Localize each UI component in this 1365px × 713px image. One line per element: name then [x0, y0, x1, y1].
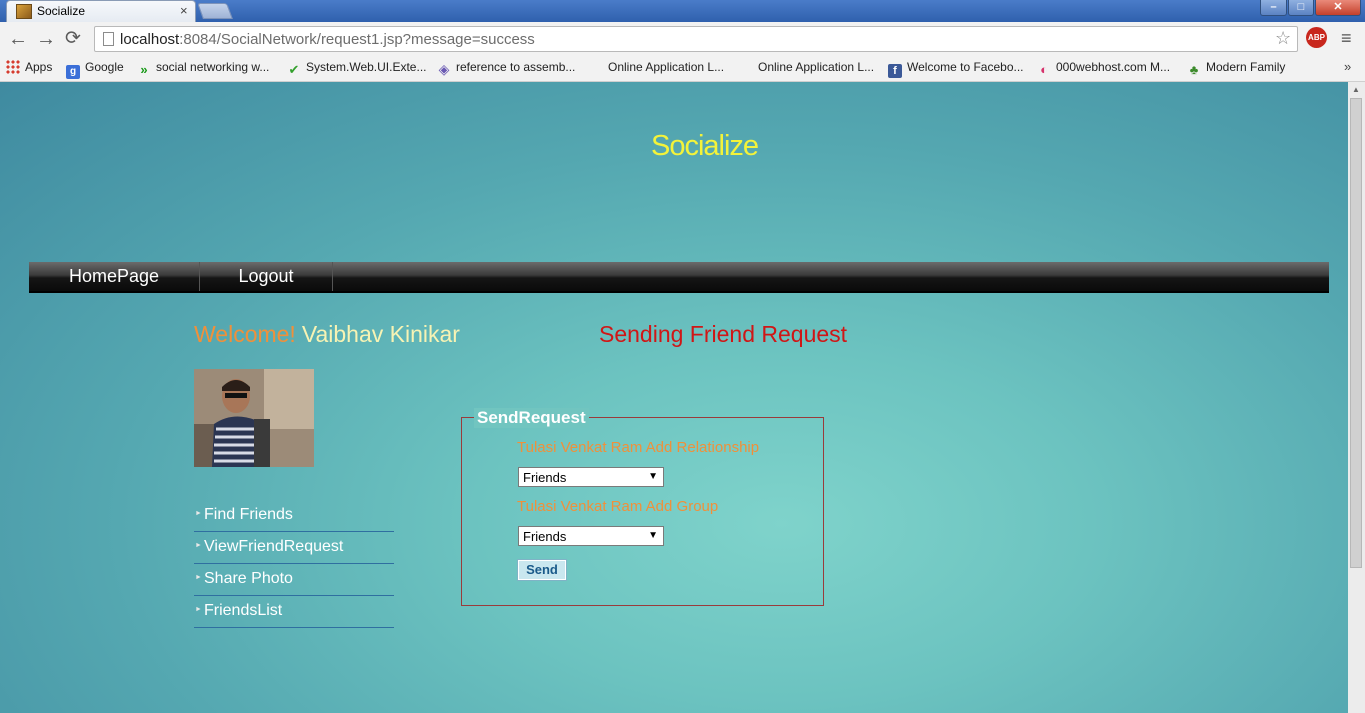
side-menu-find-friends[interactable]: ► Find Friends — [194, 500, 394, 532]
send-button[interactable]: Send — [517, 559, 567, 581]
page-heading: Sending Friend Request — [599, 321, 848, 347]
profile-photo-image — [194, 369, 314, 467]
back-icon[interactable]: ← — [8, 28, 28, 50]
scroll-up-arrow-icon[interactable]: ▲ — [1352, 85, 1360, 94]
page-viewport: Socialize HomePage Logout Welcome! Vaibha… — [0, 82, 1348, 713]
bookmark-social-networking[interactable]: » social networking w... — [137, 60, 269, 77]
welcome-text: Welcome! Vaibhav Kinikar — [194, 321, 460, 348]
bookmark-label: Welcome to Facebo... — [907, 60, 1024, 74]
group-selected-value: Friends — [523, 529, 567, 544]
bookmark-label: Apps — [25, 60, 53, 74]
bookmark-google[interactable]: g Google — [66, 60, 124, 79]
side-menu-label: FriendsList — [204, 602, 283, 619]
side-menu-share-photo[interactable]: ► Share Photo — [194, 564, 394, 596]
bullet-arrow-icon: ► — [195, 542, 202, 549]
profile-photo — [194, 369, 314, 467]
side-menu: ► Find Friends ► ViewFriendRequest ► Sha… — [194, 500, 394, 628]
bookmark-label: Google — [85, 60, 124, 74]
user-name: Vaibhav Kinikar — [301, 321, 460, 347]
bullet-arrow-icon: ► — [195, 510, 202, 517]
dropdown-arrow-icon: ▼ — [648, 471, 658, 482]
bookmark-online-application-1[interactable]: Online Application L... — [608, 60, 724, 74]
minimize-button[interactable]: – — [1260, 0, 1287, 16]
reload-icon[interactable]: ⟳ — [65, 28, 81, 50]
bookmark-label: Online Application L... — [758, 60, 875, 74]
scroll-thumb[interactable] — [1350, 98, 1362, 568]
dropdown-arrow-icon: ▼ — [648, 530, 658, 541]
address-bar[interactable]: localhost:8084/SocialNetwork/request1.js… — [94, 26, 1298, 52]
bookmark-label: Online Application L... — [608, 60, 725, 74]
check-icon: ✔ — [288, 62, 300, 77]
bookmark-system-web-ui[interactable]: ✔ System.Web.UI.Exte... — [287, 60, 427, 77]
relationship-label: Tulasi Venkat Ram Add Relationship — [517, 439, 760, 456]
bookmark-label: social networking w... — [156, 60, 270, 74]
close-window-button[interactable]: ✕ — [1315, 0, 1361, 16]
browser-menu-icon[interactable]: ≡ — [1341, 28, 1352, 49]
site-title: Socialize — [651, 130, 759, 162]
browser-toolbar: ← → ⟳ localhost:8084/SocialNetwork/reque… — [0, 22, 1365, 56]
nav-logout-link[interactable]: Logout — [199, 262, 333, 291]
apps-grid-icon — [6, 60, 20, 74]
side-menu-view-friend-request[interactable]: ► ViewFriendRequest — [194, 532, 394, 564]
site-favicon-icon — [16, 4, 32, 19]
side-menu-label: Share Photo — [204, 570, 293, 587]
bookmark-000webhost[interactable]: ◐ 000webhost.com M... — [1037, 60, 1170, 77]
bullet-arrow-icon: ► — [195, 606, 202, 613]
url-text[interactable]: localhost:8084/SocialNetwork/request1.js… — [120, 31, 535, 48]
page-icon — [103, 32, 114, 46]
bookmark-reference-assembly[interactable]: ◈ reference to assemb... — [437, 60, 576, 77]
browser-titlebar: Socialize × – □ ✕ — [0, 0, 1365, 22]
bookmark-modern-family[interactable]: ♣ Modern Family — [1187, 60, 1286, 77]
group-label: Tulasi Venkat Ram Add Group — [517, 498, 719, 515]
bookmark-star-icon[interactable]: ☆ — [1275, 28, 1291, 49]
nav-homepage-link[interactable]: HomePage — [29, 262, 199, 291]
tab-title: Socialize — [37, 4, 86, 18]
bookmark-label: 000webhost.com M... — [1056, 60, 1171, 74]
bookmarks-bar: Apps g Google » social networking w... ✔ Sy… — [0, 56, 1365, 82]
bookmark-label: reference to assemb... — [456, 60, 576, 74]
forward-icon[interactable]: → — [36, 28, 56, 50]
facebook-icon: f — [888, 64, 902, 78]
main-navbar: HomePage Logout — [29, 262, 1329, 293]
tab-close-icon[interactable]: × — [180, 3, 188, 18]
adblock-icon[interactable]: ABP — [1306, 27, 1327, 48]
bullet-arrow-icon: ► — [195, 574, 202, 581]
bookmark-online-application-2[interactable]: Online Application L... — [758, 60, 874, 74]
side-menu-friends-list[interactable]: ► FriendsList — [194, 596, 394, 628]
leaf-icon: ♣ — [1189, 62, 1199, 77]
bookmark-apps[interactable]: Apps — [6, 60, 52, 74]
bookmark-label: Modern Family — [1206, 60, 1286, 74]
browser-tab[interactable]: Socialize × — [6, 0, 196, 22]
url-path: :8084/SocialNetwork/request1.jsp?message… — [179, 31, 535, 48]
send-request-fieldset: SendRequest Tulasi Venkat Ram Add Relati… — [461, 408, 824, 606]
maximize-button[interactable]: □ — [1288, 0, 1314, 16]
vertical-scrollbar[interactable]: ▲ — [1348, 82, 1365, 713]
group-select[interactable]: Friends ▼ — [518, 526, 664, 546]
welcome-label: Welcome! — [194, 321, 296, 347]
relationship-selected-value: Friends — [523, 470, 567, 485]
fieldset-legend: SendRequest — [474, 408, 589, 428]
chevron-icon: » — [140, 62, 148, 77]
new-tab-button[interactable] — [197, 3, 233, 19]
url-host: localhost — [120, 31, 180, 48]
bookmark-label: System.Web.UI.Exte... — [306, 60, 427, 74]
side-menu-label: Find Friends — [204, 506, 293, 523]
webhost-icon: ◐ — [1040, 62, 1048, 77]
google-icon: g — [66, 65, 80, 79]
relationship-select[interactable]: Friends ▼ — [518, 467, 664, 487]
side-menu-label: ViewFriendRequest — [204, 538, 344, 555]
visual-studio-icon: ◈ — [438, 61, 450, 77]
bookmark-facebook[interactable]: f Welcome to Facebo... — [888, 60, 1024, 78]
bookmarks-more-icon[interactable]: » — [1344, 59, 1351, 74]
